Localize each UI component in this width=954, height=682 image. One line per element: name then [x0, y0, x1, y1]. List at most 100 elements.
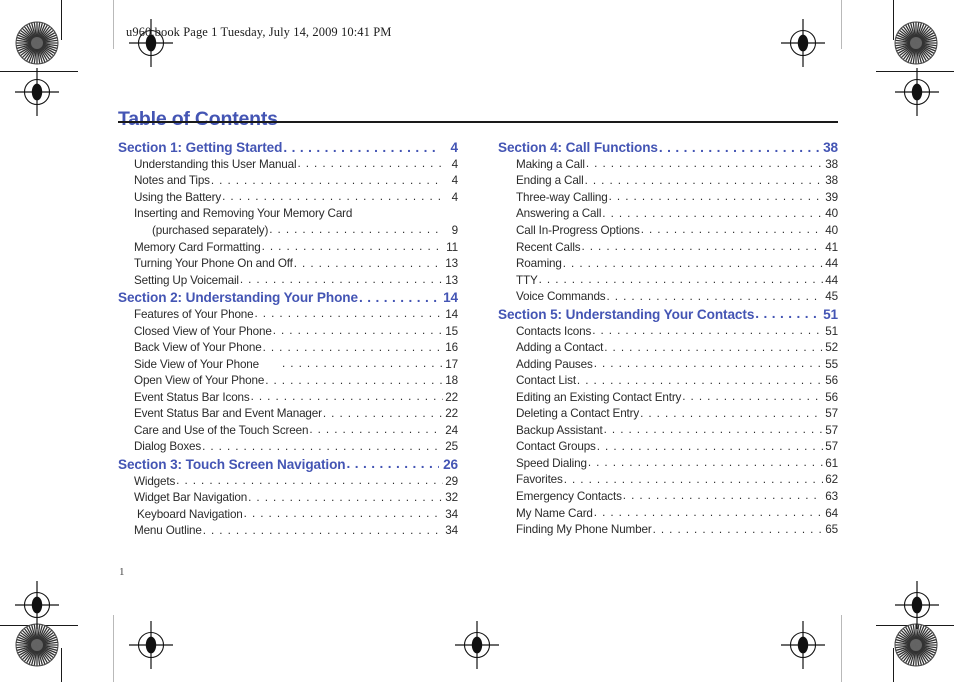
toc-entry-row[interactable]: Adding Pauses 55 — [498, 358, 838, 375]
trim-line-top-left — [0, 71, 78, 72]
toc-entry-row[interactable]: Side View of Your Phone 17 — [118, 358, 458, 375]
trim-guide-right — [841, 0, 842, 49]
toc-entry-row[interactable]: Contacts Icons 51 — [498, 325, 838, 342]
toc-entry-row[interactable]: Closed View of Your Phone 15 — [118, 325, 458, 342]
toc-entry-row[interactable]: Dialog Boxes 25 — [118, 440, 458, 457]
toc-entry-row[interactable]: Editing an Existing Contact Entry 56 — [498, 391, 838, 408]
toc-entry-label: Deleting a Contact Entry — [516, 407, 640, 421]
toc-entry-row[interactable]: Roaming 44 — [498, 257, 838, 274]
toc-entry-row[interactable]: Setting Up Voicemail 13 — [118, 274, 458, 291]
toc-entry-label: Event Status Bar and Event Manager — [134, 407, 322, 421]
toc-entry-row[interactable]: Keyboard Navigation 34 — [118, 508, 458, 525]
toc-entry-row[interactable]: Backup Assistant 57 — [498, 424, 838, 441]
toc-dot-leader — [251, 391, 443, 404]
toc-entry-row[interactable]: Call In-Progress Options 40 — [498, 224, 838, 241]
toc-dot-leader — [211, 174, 443, 187]
toc-dot-leader — [297, 158, 443, 171]
toc-entry-row[interactable]: Recent Calls 41 — [498, 241, 838, 258]
toc-entry-row[interactable]: (purchased separately) 9 — [118, 224, 458, 241]
toc-entry-label: Voice Commands — [516, 290, 606, 304]
toc-page-number: 65 — [825, 523, 838, 537]
trim-guide-left-lower — [113, 615, 114, 682]
toc-dot-leader — [640, 407, 823, 420]
toc-page-number: 4 — [451, 190, 458, 204]
toc-entry-row[interactable]: Contact List 56 — [498, 374, 838, 391]
toc-entry-row[interactable]: Features of Your Phone 14 — [118, 308, 458, 325]
toc-dot-leader — [564, 473, 823, 486]
toc-section-row[interactable]: Section 1: Getting Started 4 — [118, 140, 458, 158]
toc-entry-row[interactable]: Ending a Call 38 — [498, 174, 838, 191]
toc-entry-row[interactable]: Voice Commands 45 — [498, 290, 838, 307]
registration-mark-right-lower — [894, 580, 940, 630]
toc-section-row[interactable]: Section 3: Touch Screen Navigation 26 — [118, 457, 458, 475]
toc-entry-row[interactable]: TTY 44 — [498, 274, 838, 291]
toc-entry-row[interactable]: Adding a Contact 52 — [498, 341, 838, 358]
toc-entry-row[interactable]: Making a Call 38 — [498, 158, 838, 175]
toc-dot-leader — [653, 523, 823, 536]
toc-entry-row[interactable]: Memory Card Formatting 11 — [118, 241, 458, 258]
trim-line-top-left-vertical — [61, 0, 62, 40]
toc-page-number: 24 — [445, 423, 458, 437]
trim-line-bottom-left-vertical — [61, 648, 62, 682]
toc-page-number: 40 — [825, 207, 838, 221]
toc-entry-row[interactable]: Speed Dialing 61 — [498, 457, 838, 474]
toc-entry-label: Closed View of Your Phone — [134, 324, 272, 338]
toc-page-number: 62 — [825, 473, 838, 487]
toc-entry-row[interactable]: Contact Groups 57 — [498, 440, 838, 457]
toc-entry-row[interactable]: Emergency Contacts 63 — [498, 490, 838, 507]
toc-dot-leader — [539, 274, 823, 287]
toc-page-number: 17 — [445, 357, 458, 371]
toc-page-number: 4 — [450, 140, 458, 155]
toc-entry-label: Setting Up Voicemail — [134, 273, 239, 287]
toc-entry-label: Notes and Tips — [134, 174, 210, 188]
toc-entry-label: Understanding this User Manual — [134, 157, 297, 171]
toc-entry-row[interactable]: Using the Battery 4 — [118, 191, 458, 208]
toc-page-number: 4 — [451, 174, 458, 188]
toc-entry-row[interactable]: Turning Your Phone On and Off 13 — [118, 257, 458, 274]
toc-entry-label: Memory Card Formatting — [134, 240, 261, 254]
toc-page-number: 4 — [451, 157, 458, 171]
toc-entry-row[interactable]: Open View of Your Phone 18 — [118, 374, 458, 391]
toc-entry-row[interactable]: Event Status Bar and Event Manager 22 — [118, 407, 458, 424]
toc-entry-row[interactable]: My Name Card 64 — [498, 507, 838, 524]
toc-entry-label: Using the Battery — [134, 190, 222, 204]
registration-mark-bottom-left — [128, 620, 174, 670]
toc-dot-leader — [323, 407, 443, 420]
toc-entry-row[interactable]: Widgets 29 — [118, 475, 458, 492]
toc-page-number: 18 — [445, 374, 458, 388]
toc-page-number: 40 — [825, 223, 838, 237]
toc-dot-leader — [602, 207, 823, 220]
toc-dot-leader — [255, 308, 443, 321]
toc-entry-label: Finding My Phone Number — [516, 523, 652, 537]
toc-entry-row[interactable]: Inserting and Removing Your Memory Card — [118, 207, 458, 224]
toc-section-row[interactable]: Section 5: Understanding Your Contacts 51 — [498, 307, 838, 325]
toc-dot-leader — [641, 224, 823, 237]
toc-section-row[interactable]: Section 4: Call Functions 38 — [498, 140, 838, 158]
toc-entry-row[interactable]: Favorites 62 — [498, 473, 838, 490]
toc-entry-label: Contact Groups — [516, 440, 596, 454]
toc-entry-row[interactable]: Event Status Bar Icons 22 — [118, 391, 458, 408]
toc-dot-leader — [609, 191, 823, 204]
toc-entry-label: Keyboard Navigation — [137, 507, 243, 521]
toc-section-row[interactable]: Section 2: Understanding Your Phone 14 — [118, 290, 458, 308]
toc-page-number: 61 — [825, 456, 838, 470]
toc-dot-leader — [659, 140, 819, 155]
registration-mark-left-lower — [14, 580, 60, 630]
toc-entry-row[interactable]: Widget Bar Navigation 32 — [118, 491, 458, 508]
toc-page-number: 56 — [825, 374, 838, 388]
toc-dot-leader — [585, 174, 823, 187]
trim-guide-right-lower — [841, 615, 842, 682]
toc-entry-row[interactable]: Deleting a Contact Entry 57 — [498, 407, 838, 424]
toc-section-label: Section 2: Understanding Your Phone — [118, 290, 358, 306]
toc-entry-row[interactable]: Finding My Phone Number 65 — [498, 523, 838, 540]
toc-entry-row[interactable]: Three-way Calling 39 — [498, 191, 838, 208]
toc-entry-row[interactable]: Menu Outline 34 — [118, 524, 458, 541]
toc-entry-row[interactable]: Back View of Your Phone 16 — [118, 341, 458, 358]
toc-entry-row[interactable]: Answering a Call 40 — [498, 207, 838, 224]
toc-section-label: Section 1: Getting Started — [118, 140, 283, 155]
toc-entry-row[interactable]: Care and Use of the Touch Screen 24 — [118, 424, 458, 441]
toc-entry-row[interactable]: Understanding this User Manual 4 — [118, 158, 458, 175]
toc-entry-row[interactable]: Notes and Tips 4 — [118, 174, 458, 191]
toc-dot-leader — [347, 457, 440, 472]
toc-dot-leader — [359, 290, 439, 305]
